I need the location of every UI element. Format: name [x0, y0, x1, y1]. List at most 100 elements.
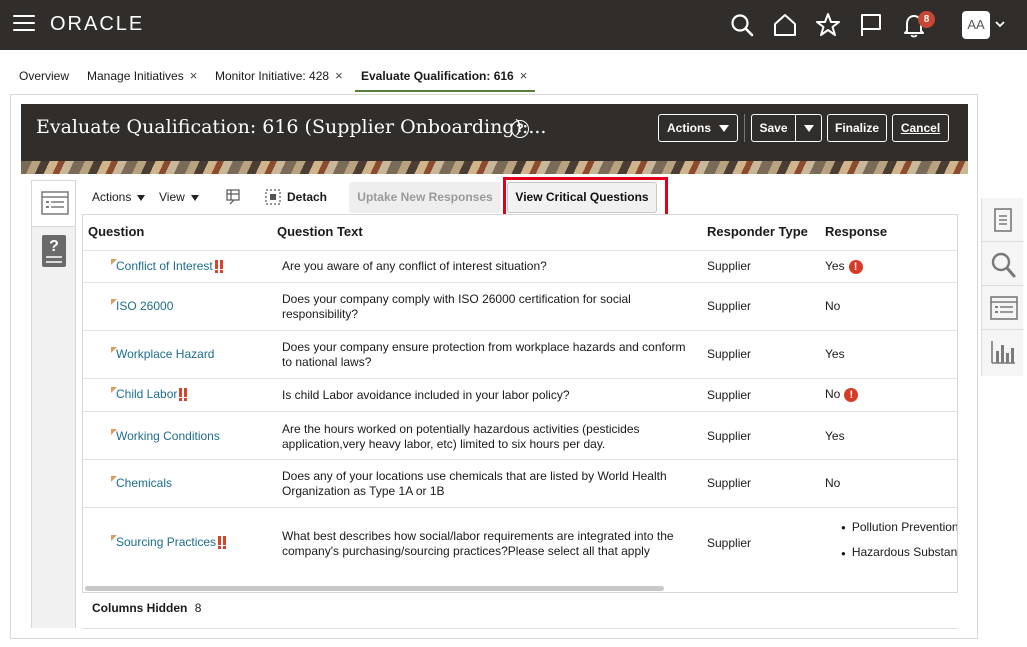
column-header-response[interactable]: Response — [825, 224, 887, 239]
caret-down-icon — [803, 125, 814, 133]
caret-down-icon — [190, 194, 199, 201]
tab-label: Overview — [19, 69, 70, 83]
right-rail — [981, 198, 1024, 376]
tab-label: Evaluate Qualification: 616 — [361, 69, 514, 83]
left-panel-tabs: ? — [31, 180, 76, 628]
horizontal-scrollbar[interactable] — [85, 586, 664, 591]
tab-monitor-initiative[interactable]: Monitor Initiative: 428 × — [215, 62, 343, 92]
rail-item-contextual-info[interactable] — [982, 198, 1024, 242]
user-avatar[interactable]: AA — [962, 11, 990, 39]
save-menu-button[interactable] — [795, 114, 822, 142]
table-row[interactable]: Workplace Hazard Does your company ensur… — [83, 330, 957, 378]
divider — [744, 114, 745, 142]
save-button[interactable]: Save — [751, 114, 796, 142]
toolbar-view-label: View — [159, 190, 185, 204]
close-icon[interactable]: × — [190, 68, 198, 83]
response-cell: No! — [825, 387, 859, 402]
critical-icon — [218, 536, 227, 550]
response-cell: No — [825, 299, 841, 313]
header-actions-button[interactable]: Actions — [658, 114, 738, 142]
table-row[interactable]: Child Labor Is child Labor avoidance inc… — [83, 378, 957, 411]
divider — [82, 628, 958, 629]
question-cell: Conflict of Interest — [111, 259, 223, 274]
table-row[interactable]: Chemicals Does any of your locations use… — [83, 459, 957, 507]
star-icon[interactable] — [814, 11, 842, 39]
table-header: Question Question Text Responder Type Re… — [83, 215, 957, 250]
column-header-responder-type[interactable]: Responder Type — [707, 224, 808, 239]
cancel-button[interactable]: Cancel — [892, 114, 949, 142]
page-title: Evaluate Qualification: 616 (Supplier On… — [36, 116, 547, 138]
tab-label: Manage Initiatives — [87, 69, 184, 83]
uptake-new-responses-button[interactable]: Uptake New Responses — [349, 182, 501, 213]
detach-button[interactable]: Detach — [287, 190, 327, 204]
list-view-icon — [990, 296, 1018, 320]
responder-type-cell: Supplier — [707, 299, 752, 313]
detach-icon[interactable] — [265, 189, 281, 205]
questions-table: Question Question Text Responder Type Re… — [82, 214, 958, 593]
header-banner-image — [21, 161, 968, 174]
rail-item-search[interactable] — [982, 242, 1024, 286]
tab-manage-initiatives[interactable]: Manage Initiatives × — [87, 62, 197, 92]
question-cell: Chemicals — [111, 476, 172, 491]
finalize-button[interactable]: Finalize — [827, 114, 887, 142]
toolbar-view-menu[interactable]: View — [159, 190, 199, 204]
question-link[interactable]: Workplace Hazard — [116, 347, 214, 361]
header-actions-label: Actions — [666, 121, 711, 135]
response-cell: No — [825, 476, 841, 490]
questions-icon[interactable]: ? — [42, 235, 66, 267]
tab-evaluate-qualification[interactable]: Evaluate Qualification: 616 × — [355, 62, 535, 92]
responder-type-cell: Supplier — [707, 429, 752, 443]
columns-hidden-status: Columns Hidden 8 — [92, 601, 201, 615]
list-view-icon[interactable] — [41, 191, 69, 215]
table-row[interactable]: ISO 26000 Does your company comply with … — [83, 282, 957, 330]
columns-hidden-count: 8 — [194, 601, 202, 615]
question-link[interactable]: Working Conditions — [116, 429, 220, 443]
close-icon[interactable]: × — [520, 68, 528, 83]
response-cell: Yes — [825, 347, 845, 361]
menu-icon[interactable] — [13, 15, 35, 33]
question-link[interactable]: Sourcing Practices — [116, 535, 216, 549]
flag-icon[interactable] — [857, 11, 885, 39]
critical-icon — [214, 260, 223, 274]
table-row[interactable]: Working Conditions Are the hours worked … — [83, 411, 957, 459]
notification-count-badge: 8 — [918, 11, 935, 28]
response-list-cell: Pollution Prevention Hazardous Substance… — [841, 520, 957, 561]
table-row[interactable]: Conflict of Interest Are you aware of an… — [83, 250, 957, 282]
table-row[interactable]: Sourcing Practices What best describes h… — [83, 507, 957, 579]
oracle-logo[interactable]: ORACLE — [50, 13, 144, 36]
rail-item-analytics[interactable] — [982, 330, 1024, 374]
question-text-cell: What best describes how social/labor req… — [282, 529, 674, 558]
question-link[interactable]: Conflict of Interest — [116, 259, 213, 273]
column-header-question[interactable]: Question — [88, 224, 144, 239]
question-cell: Working Conditions — [111, 429, 220, 444]
document-icon — [994, 208, 1012, 232]
responder-type-cell: Supplier — [707, 347, 752, 361]
help-icon[interactable]: ? — [511, 120, 529, 138]
page-tabs: Overview Manage Initiatives × Monitor Ini… — [0, 62, 1027, 94]
rail-item-list[interactable] — [982, 286, 1024, 330]
column-header-question-text[interactable]: Question Text — [277, 224, 363, 239]
home-icon[interactable] — [771, 11, 799, 39]
close-icon[interactable]: × — [335, 68, 343, 83]
responder-type-cell: Supplier — [707, 476, 752, 490]
question-link[interactable]: Chemicals — [116, 476, 172, 490]
question-cell: Workplace Hazard — [111, 347, 214, 362]
freeze-columns-icon[interactable] — [225, 188, 243, 206]
caret-down-icon — [719, 125, 729, 133]
response-cell: Yes! — [825, 259, 863, 274]
question-text-cell: Does any of your locations use chemicals… — [282, 469, 667, 498]
critical-icon — [179, 388, 188, 402]
bar-chart-icon — [991, 341, 1015, 364]
chevron-down-icon[interactable] — [994, 19, 1006, 29]
question-link[interactable]: Child Labor — [116, 387, 177, 401]
question-link[interactable]: ISO 26000 — [116, 299, 173, 313]
search-icon[interactable] — [728, 11, 756, 39]
svg-text:?: ? — [49, 238, 59, 255]
response-cell: Yes — [825, 429, 845, 443]
toolbar-actions-menu[interactable]: Actions — [92, 190, 146, 204]
responder-type-cell: Supplier — [707, 388, 752, 402]
view-critical-questions-button[interactable]: View Critical Questions — [507, 182, 657, 213]
tab-overview[interactable]: Overview — [19, 62, 69, 92]
responder-type-cell: Supplier — [707, 536, 752, 550]
columns-hidden-label: Columns Hidden — [92, 601, 188, 615]
